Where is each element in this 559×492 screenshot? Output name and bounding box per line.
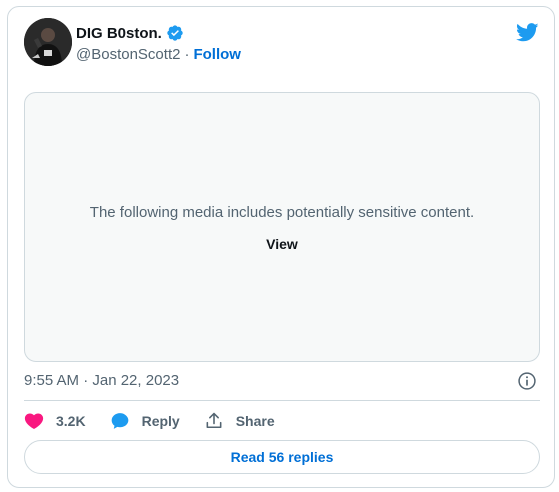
handle-row: @BostonScott2 · Follow [76, 44, 241, 64]
like-button[interactable]: 3.2K [24, 411, 86, 431]
view-media-button[interactable]: View [25, 236, 539, 252]
tweet-embed-card: DIG B0ston. @BostonScott2 · Follow The f… [7, 6, 555, 488]
share-label: Share [235, 413, 275, 429]
twitter-bird-icon[interactable] [516, 23, 539, 42]
separator-dot: · [184, 45, 190, 63]
sensitive-media-placeholder: The following media includes potentially… [24, 92, 540, 362]
author-name[interactable]: DIG B0ston. [76, 25, 162, 42]
read-replies-button[interactable]: Read 56 replies [24, 440, 540, 474]
follow-button[interactable]: Follow [193, 46, 241, 63]
verified-badge-icon [167, 25, 183, 41]
avatar-image [24, 18, 72, 66]
share-button[interactable]: Share [204, 411, 275, 431]
author-name-row: DIG B0ston. [76, 23, 184, 43]
author-handle[interactable]: @BostonScott2 [76, 46, 180, 63]
tweet-actions: 3.2K Reply Share [24, 410, 299, 432]
avatar[interactable] [24, 18, 72, 66]
likes-count: 3.2K [56, 413, 86, 429]
speech-bubble-icon [111, 413, 128, 429]
info-icon[interactable] [517, 371, 537, 391]
divider [24, 400, 540, 401]
reply-label: Reply [141, 413, 180, 429]
share-upload-icon [206, 412, 222, 429]
sensitive-content-warning: The following media includes potentially… [89, 204, 475, 221]
tweet-timestamp[interactable]: 9:55 AM · Jan 22, 2023 [24, 372, 179, 389]
heart-icon [24, 413, 44, 429]
reply-button[interactable]: Reply [110, 411, 180, 431]
